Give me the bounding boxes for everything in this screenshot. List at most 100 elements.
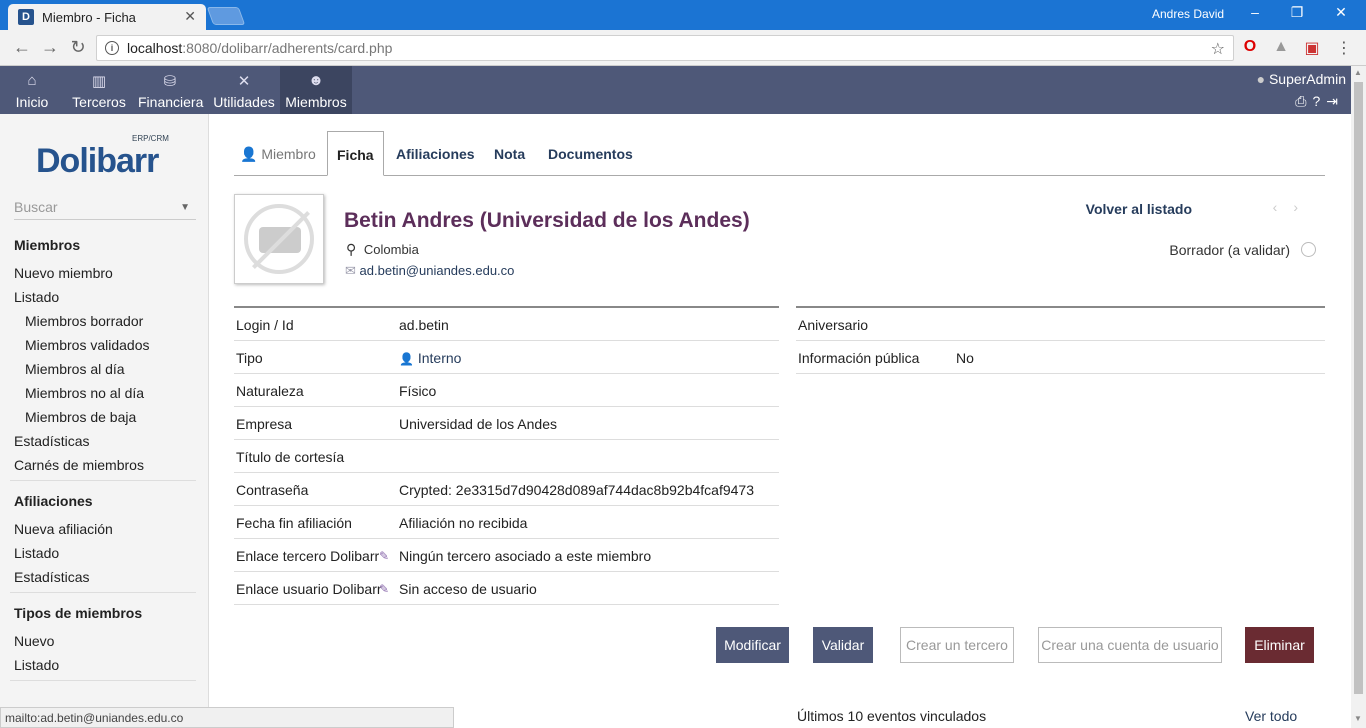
tab-documents[interactable]: Documentos <box>548 131 633 176</box>
field-row: Contraseña Crypted: 2e3315d7d90428d089af7… <box>234 473 779 506</box>
back-arrow-icon[interactable]: ← <box>10 37 34 58</box>
browser-profile-name[interactable]: Andres David <box>1152 7 1224 21</box>
field-label: Contraseña <box>236 482 309 498</box>
sidebar-new-subscription[interactable]: Nueva afiliación <box>14 521 113 537</box>
previous-record-icon[interactable]: ‹ <box>1273 199 1294 215</box>
sidebar-members-uptodate[interactable]: Miembros al día <box>25 361 125 377</box>
field-value: Físico <box>399 383 437 399</box>
tab-card-label: Ficha <box>337 147 374 163</box>
tab-card[interactable]: Ficha <box>327 131 384 176</box>
browser-titlebar: D Miembro - Ficha ✕ Andres David – ❐ ✕ <box>0 0 1366 30</box>
field-value: No <box>956 350 974 366</box>
sidebar-new-type[interactable]: Nuevo <box>14 633 54 649</box>
sidebar-member-cards[interactable]: Carnés de miembros <box>14 457 144 473</box>
sidebar-subscriptions-list[interactable]: Listado <box>14 545 59 561</box>
tab-member[interactable]: 👤 Miembro <box>240 131 316 176</box>
url-path: :8080/dolibarr/adherents/card.php <box>182 40 393 56</box>
field-value: Ningún tercero asociado a este miembro <box>399 548 652 564</box>
drive-extension-icon[interactable]: ▲ <box>1271 38 1291 56</box>
sidebar-members-notuptodate[interactable]: Miembros no al día <box>25 385 144 401</box>
field-value: Sin acceso de usuario <box>399 581 537 597</box>
member-country-label: Colombia <box>363 242 419 257</box>
envelope-icon: ✉ <box>345 263 356 278</box>
scroll-down-icon[interactable]: ▼ <box>1354 714 1362 723</box>
browser-menu-icon[interactable]: ⋮ <box>1334 38 1354 58</box>
tab-subscriptions[interactable]: Afiliaciones <box>396 131 475 176</box>
field-label: Información pública <box>798 350 920 366</box>
member-photo-placeholder[interactable] <box>234 194 324 284</box>
minimize-icon[interactable]: – <box>1240 4 1270 20</box>
new-tab-button[interactable] <box>206 7 246 25</box>
modify-button[interactable]: Modificar <box>716 627 789 663</box>
tab-member-label: Miembro <box>261 146 316 162</box>
sidebar-subscriptions-stats[interactable]: Estadísticas <box>14 569 89 585</box>
sidebar-divider <box>10 480 196 481</box>
bookmark-star-icon[interactable]: ☆ <box>1211 39 1225 59</box>
delete-button[interactable]: Eliminar <box>1245 627 1314 663</box>
member-type-link[interactable]: Interno <box>418 350 462 366</box>
url-host: localhost <box>127 40 183 56</box>
members-icon: ☻ <box>308 72 324 89</box>
field-value: Crypted: 2e3315d7d90428d089af744dac8b92b… <box>399 482 754 498</box>
card-tabs: 👤 Miembro Ficha Afiliaciones Nota Docume… <box>234 131 1325 176</box>
tab-note-label: Nota <box>494 146 526 162</box>
current-user[interactable]: ● SuperAdmin <box>1257 71 1346 87</box>
pocket-extension-icon[interactable]: ▣ <box>1302 38 1322 58</box>
menu-thirdparties[interactable]: ▥ Terceros <box>70 66 128 114</box>
close-window-icon[interactable]: ✕ <box>1326 4 1356 21</box>
user-icon: 👤 <box>240 146 258 162</box>
forward-arrow-icon[interactable]: → <box>38 37 62 58</box>
back-to-list-link[interactable]: Volver al listado <box>1086 201 1192 217</box>
sidebar-members-resigned[interactable]: Miembros de baja <box>25 409 136 425</box>
sidebar-new-member[interactable]: Nuevo miembro <box>14 265 113 281</box>
browser-tab[interactable]: D Miembro - Ficha ✕ <box>8 4 206 30</box>
site-info-icon[interactable]: i <box>105 41 119 55</box>
dolibarr-logo[interactable]: ERP/CRM Dolibarr <box>36 134 171 184</box>
tab-note[interactable]: Nota <box>494 131 525 176</box>
print-icon[interactable]: ⎙ <box>1295 93 1312 109</box>
edit-icon[interactable]: ✎ <box>379 582 389 596</box>
menu-tools[interactable]: ✕ Utilidades <box>212 66 276 114</box>
next-record-icon[interactable]: › <box>1293 199 1314 215</box>
page-scrollbar[interactable]: ▲ ▼ <box>1351 66 1366 728</box>
sidebar-types-list[interactable]: Listado <box>14 657 59 673</box>
search-select[interactable]: Buscar ▼ <box>14 196 196 220</box>
member-email-link[interactable]: ad.betin@uniandes.edu.co <box>360 263 515 278</box>
close-tab-icon[interactable]: ✕ <box>184 8 196 25</box>
field-label: Login / Id <box>236 317 294 333</box>
member-email[interactable]: ✉ ad.betin@uniandes.edu.co <box>345 263 514 279</box>
field-label: Aniversario <box>798 317 869 333</box>
tools-icon: ✕ <box>237 73 251 90</box>
validate-button[interactable]: Validar <box>813 627 873 663</box>
opera-extension-icon[interactable]: O <box>1240 38 1260 56</box>
sidebar-subscriptions-title[interactable]: Afiliaciones <box>14 493 93 509</box>
help-icon[interactable]: ? <box>1312 93 1326 109</box>
member-fields-right: Aniversario Información pública No <box>796 306 1325 374</box>
field-row: Título de cortesía <box>234 440 779 473</box>
sidebar-members-stats[interactable]: Estadísticas <box>14 433 89 449</box>
field-value[interactable]: 👤 Interno <box>399 350 461 366</box>
sidebar-members-draft[interactable]: Miembros borrador <box>25 313 143 329</box>
edit-icon[interactable]: ✎ <box>379 549 389 563</box>
search-placeholder: Buscar <box>14 199 58 215</box>
dolibarr-favicon-icon: D <box>18 9 34 25</box>
field-row: Aniversario <box>796 308 1325 341</box>
address-bar[interactable]: i localhost:8080/dolibarr/adherents/card… <box>96 35 1234 61</box>
sidebar-members-title[interactable]: Miembros <box>14 237 80 253</box>
see-all-link[interactable]: Ver todo <box>1245 708 1297 724</box>
menu-financial[interactable]: ⛁ Financiera <box>138 66 203 114</box>
sidebar-types-title[interactable]: Tipos de miembros <box>14 605 142 621</box>
scrollbar-thumb[interactable] <box>1354 82 1363 694</box>
menu-members[interactable]: ☻ Miembros <box>280 66 352 114</box>
sidebar-divider <box>10 592 196 593</box>
menu-tools-label: Utilidades <box>213 94 275 110</box>
menu-home[interactable]: ⌂ Inicio <box>10 66 54 114</box>
field-row: Login / Id ad.betin <box>234 308 779 341</box>
logout-icon[interactable]: ⇥ <box>1326 93 1344 109</box>
reload-icon[interactable]: ↻ <box>66 37 90 58</box>
restore-icon[interactable]: ❐ <box>1282 4 1312 21</box>
scroll-up-icon[interactable]: ▲ <box>1354 68 1362 77</box>
sidebar-members-validated[interactable]: Miembros validados <box>25 337 150 353</box>
field-label: Empresa <box>236 416 293 432</box>
sidebar-members-list[interactable]: Listado <box>14 289 59 305</box>
